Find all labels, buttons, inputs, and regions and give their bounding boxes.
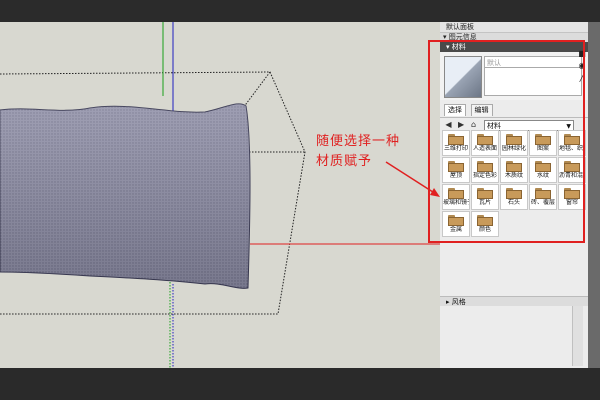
tab-edit[interactable]: 编辑 [470, 104, 493, 116]
material-item-label: 人造表面 [472, 145, 497, 152]
folder-icon [535, 187, 551, 199]
folder-icon [448, 214, 464, 226]
material-item[interactable]: 人造表面 [471, 130, 499, 156]
material-item-label: 指定色彩 [472, 172, 497, 179]
material-item[interactable]: 石头 [500, 184, 528, 210]
materials-header[interactable]: ▾ 材料 [440, 42, 588, 52]
home-icon[interactable]: ⌂ [469, 120, 478, 130]
material-item[interactable]: 园林绿化 [500, 130, 528, 156]
library-select-value: 材料 [487, 122, 501, 130]
top-background [0, 0, 600, 22]
folder-icon [477, 187, 493, 199]
material-preview-row: 默认 [440, 52, 588, 100]
material-item-label: 玻璃和镜子 [443, 199, 469, 206]
material-item-label: 颜色 [478, 226, 491, 233]
folder-icon [506, 187, 522, 199]
create-material-icon[interactable]: ■ [577, 48, 587, 60]
material-item[interactable]: 地毯、织物 [558, 130, 586, 156]
material-item-label: 地毯、织物 [559, 145, 585, 152]
material-item[interactable]: 水纹 [529, 157, 557, 183]
material-item-label: 图案 [536, 145, 549, 152]
entity-info-header[interactable]: ▾ 图元信息 [440, 32, 588, 42]
annotation-line-1: 随便选择一种 [316, 134, 401, 149]
material-item-label: 沥青和混凝土 [559, 172, 585, 179]
material-item-label: 石头 [507, 199, 520, 206]
arrow-left-icon[interactable]: ◀ [444, 120, 453, 130]
material-item[interactable]: 指定色彩 [471, 157, 499, 183]
folder-icon [477, 133, 493, 145]
arrow-right-icon[interactable]: ▶ [457, 120, 466, 130]
folder-icon [535, 160, 551, 172]
material-item[interactable]: 屋顶 [442, 157, 470, 183]
folder-icon [506, 160, 522, 172]
right-edge-strip [588, 22, 600, 368]
material-item-label: 瓦片 [478, 199, 491, 206]
material-item-label: 三维打印 [443, 145, 468, 152]
material-item[interactable]: 沥青和混凝土 [558, 157, 586, 183]
material-item-label: 水纹 [536, 172, 549, 179]
folder-icon [564, 160, 580, 172]
material-name-field[interactable]: 默认 [484, 56, 582, 68]
material-item-label: 金属 [449, 226, 462, 233]
materials-tabs: 选择 编辑 [440, 100, 588, 118]
paint-icon[interactable]: ╱ [577, 72, 587, 84]
panel-scrollbar[interactable] [572, 306, 583, 366]
tab-select[interactable]: 选择 [444, 104, 466, 116]
folder-icon [448, 160, 464, 172]
folder-icon [477, 214, 493, 226]
folder-icon [564, 187, 580, 199]
material-item-label: 屋顶 [449, 172, 462, 179]
folder-icon [535, 133, 551, 145]
material-item[interactable]: 木质纹 [500, 157, 528, 183]
eyedropper-icon[interactable]: ◉ [577, 60, 587, 72]
material-item[interactable]: 瓦片 [471, 184, 499, 210]
annotation-line-2: 材质赋予 [316, 154, 373, 169]
folder-icon [448, 133, 464, 145]
material-item-label: 窗帘 [565, 199, 578, 206]
material-item-label: 木质纹 [504, 172, 523, 179]
default-tray: 默认面板 ▾ 图元信息 ▾ 材料 默认 选择 编辑 ◀ ▶ ⌂ 材料 ▼ 三维打… [440, 22, 588, 368]
material-item[interactable]: 三维打印 [442, 130, 470, 156]
3d-viewport[interactable]: 随便选择一种 材质赋予 [0, 22, 440, 368]
material-item[interactable]: 砖、覆层 [529, 184, 557, 210]
tray-title: 默认面板 [440, 22, 588, 32]
material-item[interactable]: 金属 [442, 211, 470, 237]
folder-icon [506, 133, 522, 145]
material-item-label: 园林绿化 [501, 145, 526, 152]
folder-icon [564, 133, 580, 145]
folder-icon [448, 187, 464, 199]
material-item[interactable]: 玻璃和镜子 [442, 184, 470, 210]
annotation-text: 随便选择一种 材质赋予 [316, 132, 416, 172]
material-item-label: 砖、覆层 [530, 199, 555, 206]
styles-header[interactable]: ▸ 风格 [440, 296, 588, 306]
material-item[interactable]: 窗帘 [558, 184, 586, 210]
material-side-icons: ■ ◉ ╱ [577, 48, 587, 84]
material-description-area [484, 68, 582, 96]
material-item[interactable]: 图案 [529, 130, 557, 156]
material-swatch [444, 56, 482, 98]
model-canvas [0, 22, 440, 368]
folder-icon [477, 160, 493, 172]
bottom-background [0, 368, 600, 400]
material-item[interactable]: 颜色 [471, 211, 499, 237]
